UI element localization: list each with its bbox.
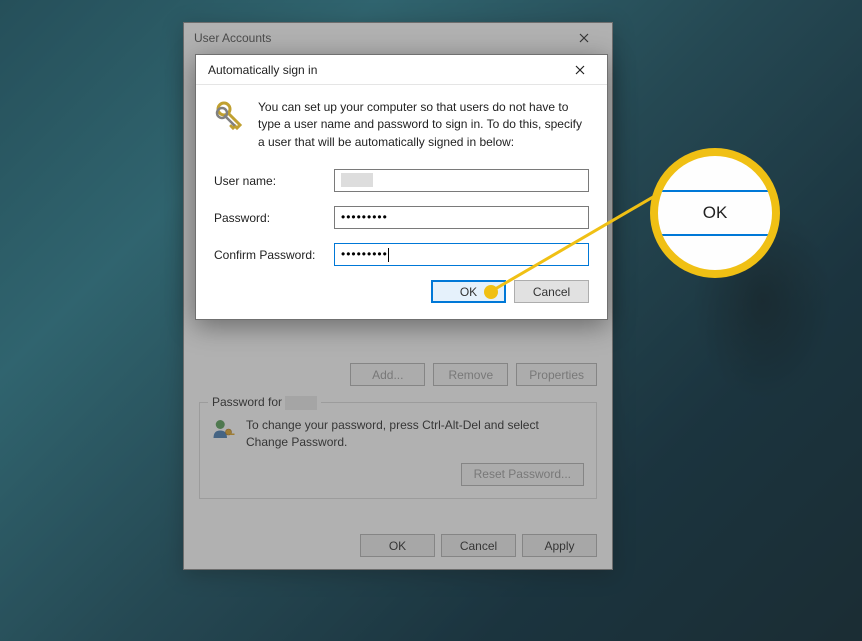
reset-password-button[interactable]: Reset Password...: [461, 463, 584, 486]
text-cursor: [388, 248, 389, 262]
password-groupbox: Password for To change your password, pr…: [199, 402, 597, 499]
callout-dot: [484, 285, 498, 299]
parent-close-button[interactable]: [564, 24, 604, 52]
parent-window-title: User Accounts: [194, 31, 271, 45]
user-key-icon: [212, 417, 236, 441]
redacted-username-value: [341, 173, 373, 187]
modal-titlebar: Automatically sign in: [196, 55, 607, 85]
close-icon: [575, 65, 585, 75]
add-user-button[interactable]: Add...: [350, 363, 425, 386]
callout-magnifier: OK: [650, 148, 780, 278]
confirm-password-field[interactable]: •••••••••: [334, 243, 589, 266]
modal-cancel-button[interactable]: Cancel: [514, 280, 589, 303]
close-icon: [579, 33, 589, 43]
parent-apply-button[interactable]: Apply: [522, 534, 597, 557]
modal-info-text: You can set up your computer so that use…: [258, 99, 589, 151]
password-change-text: To change your password, press Ctrl-Alt-…: [246, 417, 584, 451]
password-label: Password:: [214, 211, 334, 225]
parent-titlebar: User Accounts: [184, 23, 612, 53]
user-properties-button[interactable]: Properties: [516, 363, 597, 386]
callout-ok-magnified: OK: [658, 190, 772, 236]
redacted-username: [285, 396, 317, 410]
username-field[interactable]: [334, 169, 589, 192]
confirm-password-label: Confirm Password:: [214, 248, 334, 262]
username-label: User name:: [214, 174, 334, 188]
password-group-label: Password for: [208, 395, 321, 410]
remove-user-button[interactable]: Remove: [433, 363, 508, 386]
password-field[interactable]: •••••••••: [334, 206, 589, 229]
parent-ok-button[interactable]: OK: [360, 534, 435, 557]
modal-close-button[interactable]: [559, 57, 601, 83]
modal-title: Automatically sign in: [208, 63, 317, 77]
parent-cancel-button[interactable]: Cancel: [441, 534, 516, 557]
auto-signin-dialog: Automatically sign in You can set up you…: [195, 54, 608, 320]
keys-icon: [214, 99, 246, 131]
